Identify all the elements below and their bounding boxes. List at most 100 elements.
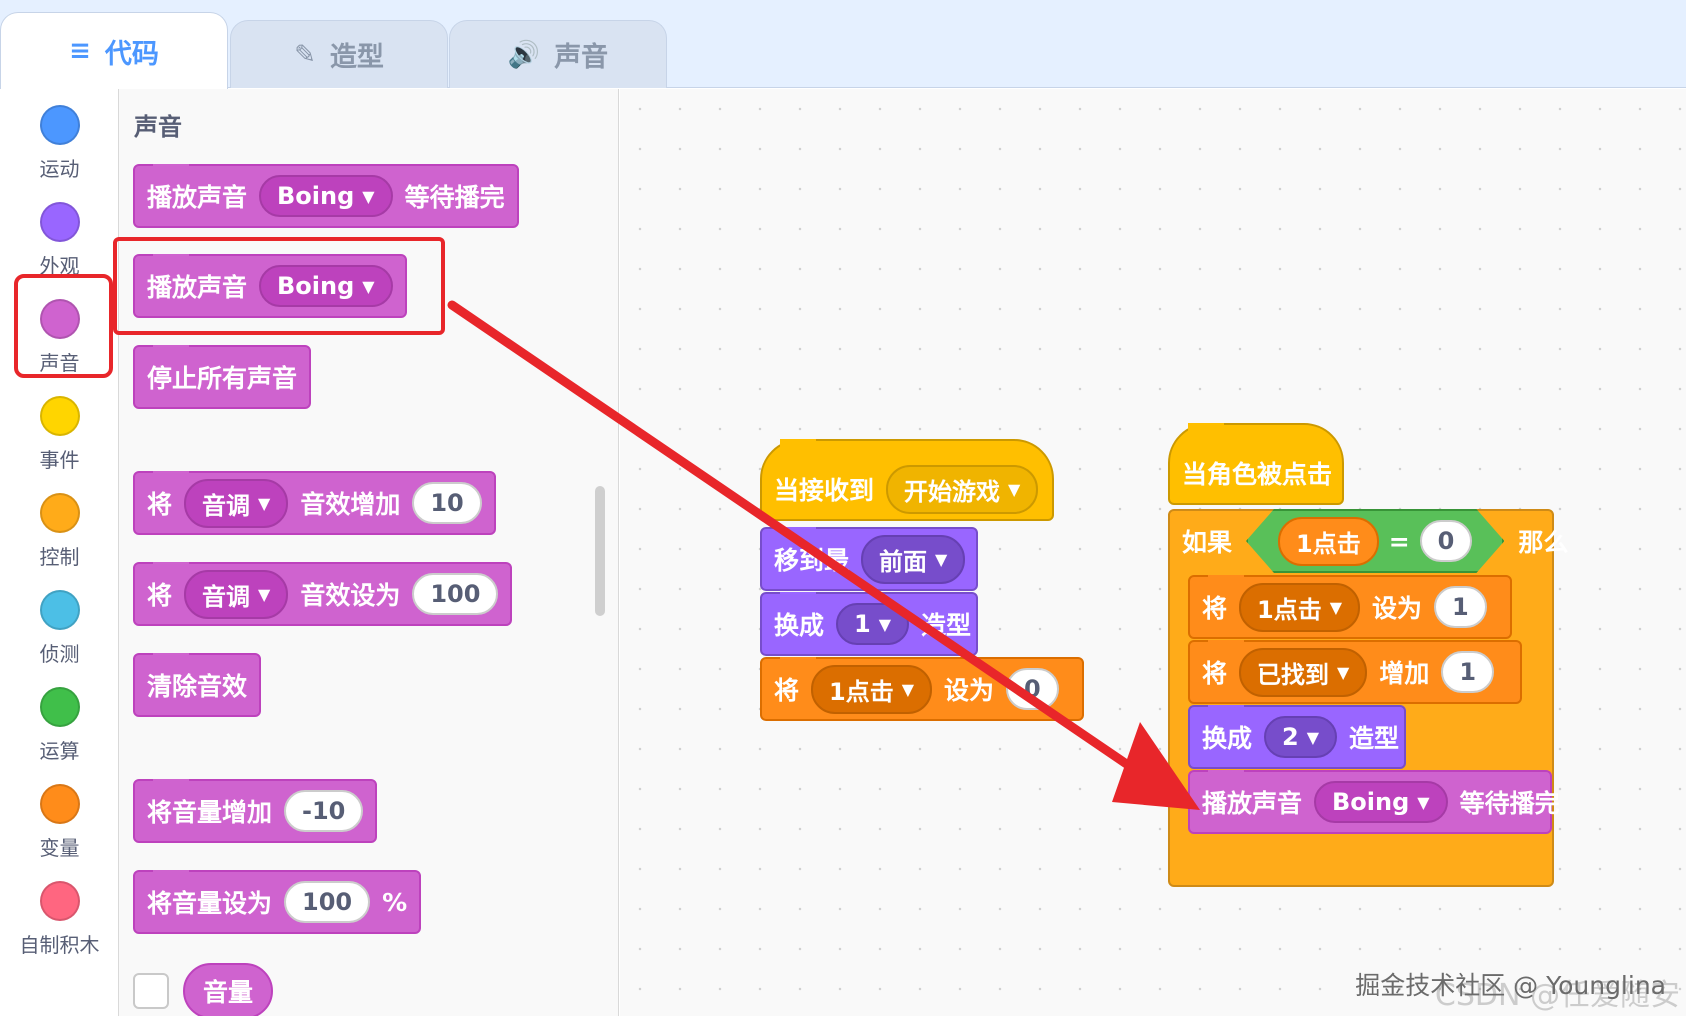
category-label: 运动 (39, 157, 80, 181)
caret-down-icon: ▼ (258, 584, 271, 604)
caret-down-icon: ▼ (258, 493, 271, 513)
control-color-icon (39, 493, 80, 533)
category-variables[interactable]: 变量 (0, 772, 119, 868)
code-icon: ≡ (69, 36, 91, 66)
play-sound-until-done-block[interactable]: 播放声音 Boing ▼ 等待播完 (1188, 770, 1560, 834)
value-input[interactable]: 0 (1006, 668, 1059, 710)
motion-color-icon (39, 105, 80, 145)
speaker-icon: 🔊 (507, 39, 541, 70)
block-label: 停止所有声音 (147, 364, 298, 393)
volume-checkbox[interactable] (133, 973, 169, 1009)
variable-reporter[interactable]: 1点击 (1278, 517, 1379, 566)
category-looks[interactable]: 外观 (0, 190, 119, 286)
go-to-layer-block[interactable]: 移到最 前面 ▼ (760, 527, 978, 591)
variable-dropdown[interactable]: 已找到 ▼ (1239, 647, 1368, 697)
block-play-sound-until-done[interactable]: 播放声音 Boing ▼ 等待播完 (133, 164, 519, 228)
equals-operator: = (1388, 526, 1410, 556)
tab-costumes[interactable]: ✎ 造型 (230, 20, 448, 88)
category-label: 变量 (39, 836, 80, 860)
block-label: 将音量设为 (147, 889, 273, 918)
block-change-volume[interactable]: 将音量增加 -10 (133, 779, 378, 843)
block-set-volume[interactable]: 将音量设为 100 % (133, 870, 422, 934)
category-menu: 运动 外观 声音 事件 控制 侦测 运算 变量 自制积木 (0, 89, 119, 1016)
value-input[interactable]: 1 (1434, 586, 1487, 628)
block-label: 将音量增加 (147, 798, 273, 827)
block-label: 当角色被点击 (1182, 460, 1333, 489)
number-input[interactable]: 100 (412, 573, 499, 615)
category-label: 侦测 (39, 642, 80, 666)
block-label: 增加 (1379, 659, 1430, 688)
dropdown-value: 前面 (879, 547, 928, 576)
variable-dropdown[interactable]: 1点击 ▼ (1239, 582, 1361, 632)
value-input[interactable]: 1 (1441, 651, 1495, 693)
category-label: 运算 (39, 739, 80, 763)
switch-costume-block[interactable]: 换成 1 ▼ 造型 (760, 592, 978, 656)
category-label: 自制积木 (19, 933, 100, 957)
dropdown-value: Boing (1332, 788, 1410, 816)
watermark: 掘金技术社区 @ Younglina (1355, 971, 1666, 1000)
category-events[interactable]: 事件 (0, 384, 119, 480)
change-variable-block[interactable]: 将 已找到 ▼ 增加 1 (1188, 640, 1522, 704)
code-workspace[interactable]: 当接收到 开始游戏 ▼ 移到最 前面 ▼ 换成 1 ▼ 造型 将 1点击 ▼ 设为 0 … (620, 89, 1686, 1016)
when-sprite-clicked-hat-block[interactable]: 当角色被点击 (1168, 423, 1344, 505)
switch-costume-block[interactable]: 换成 2 ▼ 造型 (1188, 705, 1406, 769)
set-variable-block[interactable]: 将 1点击 ▼ 设为 0 (760, 657, 1084, 721)
number-input[interactable]: 10 (412, 482, 482, 524)
category-my-blocks[interactable]: 自制积木 (0, 869, 119, 965)
caret-down-icon: ▼ (901, 679, 915, 699)
block-label: 造型 (921, 611, 972, 640)
events-color-icon (39, 396, 80, 436)
palette-scrollbar[interactable] (595, 486, 605, 616)
block-stop-all-sounds[interactable]: 停止所有声音 (133, 345, 312, 409)
category-operators[interactable]: 运算 (0, 675, 119, 771)
block-label: 造型 (1349, 724, 1400, 753)
block-change-effect[interactable]: 将 音调 ▼ 音效增加 10 (133, 471, 496, 535)
tab-code[interactable]: ≡ 代码 (0, 12, 228, 89)
block-clear-effects[interactable]: 清除音效 (133, 653, 262, 717)
effect-dropdown[interactable]: 音调 ▼ (184, 569, 289, 619)
dropdown-value: 开始游戏 (904, 477, 1001, 506)
tab-sounds[interactable]: 🔊 声音 (449, 20, 667, 88)
number-input[interactable]: -10 (284, 790, 364, 832)
variable-dropdown[interactable]: 1点击 ▼ (811, 664, 933, 714)
costume-dropdown[interactable]: 1 ▼ (836, 603, 910, 645)
when-receive-hat-block[interactable]: 当接收到 开始游戏 ▼ (760, 439, 1054, 521)
value-input[interactable]: 0 (1420, 520, 1473, 562)
layer-dropdown[interactable]: 前面 ▼ (861, 534, 966, 584)
category-label: 事件 (39, 448, 80, 472)
if-block-header: 如果 1点击 = 0 那么 (1170, 509, 1568, 573)
block-label: 如果 (1182, 528, 1233, 557)
caret-down-icon: ▼ (1306, 727, 1320, 747)
variables-color-icon (39, 784, 80, 824)
block-highlight-box (113, 237, 445, 335)
block-label: 将 (147, 581, 173, 610)
equals-condition[interactable]: 1点击 = 0 (1246, 509, 1504, 573)
volume-reporter[interactable]: 音量 (183, 963, 274, 1016)
caret-down-icon: ▼ (1329, 597, 1343, 617)
category-control[interactable]: 控制 (0, 481, 119, 577)
dropdown-value: Boing (277, 182, 355, 210)
set-variable-block[interactable]: 将 1点击 ▼ 设为 1 (1188, 575, 1512, 639)
category-motion[interactable]: 运动 (0, 93, 119, 189)
block-set-effect[interactable]: 将 音调 ▼ 音效设为 100 (133, 562, 513, 626)
costume-dropdown[interactable]: 2 ▼ (1264, 716, 1338, 758)
block-label: 等待播完 (404, 183, 505, 212)
block-label: 音效设为 (300, 581, 401, 610)
myblocks-color-icon (39, 881, 80, 921)
effect-dropdown[interactable]: 音调 ▼ (184, 478, 289, 528)
message-dropdown[interactable]: 开始游戏 ▼ (886, 464, 1039, 514)
caret-down-icon: ▼ (935, 549, 948, 569)
block-label: 播放声音 (1202, 789, 1303, 818)
category-sensing[interactable]: 侦测 (0, 578, 119, 674)
operators-color-icon (39, 687, 80, 727)
sound-dropdown[interactable]: Boing ▼ (259, 175, 393, 217)
block-label: 等待播完 (1459, 789, 1560, 818)
number-input[interactable]: 100 (284, 881, 371, 923)
caret-down-icon: ▼ (878, 614, 892, 634)
block-label: 设为 (944, 676, 995, 705)
sound-dropdown[interactable]: Boing ▼ (1314, 781, 1448, 823)
category-label: 控制 (39, 545, 80, 569)
dropdown-value: 1 (854, 610, 871, 638)
tab-code-label: 代码 (104, 38, 159, 70)
block-label: 将 (774, 676, 800, 705)
